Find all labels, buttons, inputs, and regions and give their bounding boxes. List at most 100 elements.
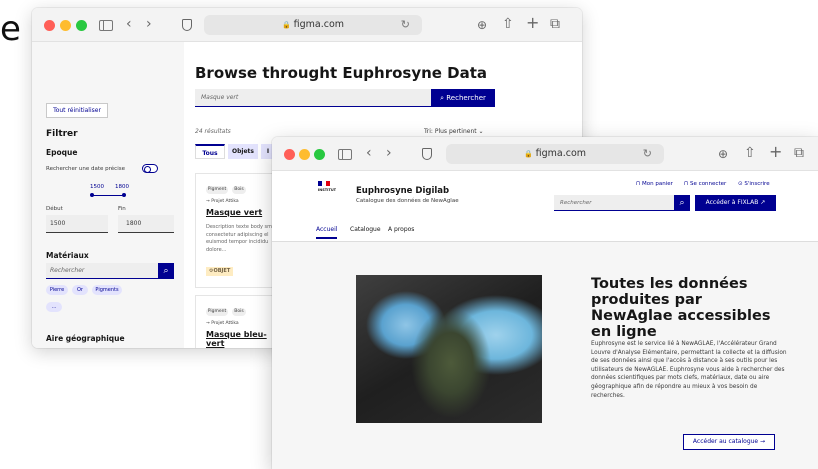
precise-date-label: Rechercher une date précise [46, 166, 125, 172]
browser-toolbar: ‹ › 🔒 figma.com ↻ ⊕ ⇧ + ⧉ [32, 8, 582, 42]
cart-link-label: Mon panier [642, 181, 673, 187]
range-min-handle[interactable] [90, 193, 94, 197]
maximize-window-button[interactable] [76, 20, 87, 31]
tab-all[interactable]: Tous [195, 144, 225, 159]
forward-chevron-icon[interactable]: › [386, 146, 392, 160]
address-bar[interactable]: 🔒 figma.com ↻ [446, 144, 664, 164]
sort-select[interactable]: Tri: Plus pertinent ⌄ [424, 128, 484, 135]
back-chevron-icon[interactable]: ‹ [126, 17, 132, 31]
object-badge: ⚙OBJET [206, 267, 234, 276]
site-header: INSTITUT Euphrosyne Digilab Catalogue de… [272, 171, 818, 242]
corner-letter: e [0, 9, 21, 49]
range-max-label: 1800 [115, 184, 129, 190]
chip-or[interactable]: Or [72, 285, 88, 295]
catalogue-access-button[interactable]: Accéder au catalogue → [683, 434, 775, 450]
nav-catalogue[interactable]: Catalogue [350, 226, 381, 233]
close-window-button[interactable] [44, 20, 55, 31]
share-icon[interactable]: ⇧ [502, 17, 514, 31]
cart-link[interactable]: ⊓ Mon panier [636, 181, 673, 187]
end-label: Fin [118, 206, 126, 212]
card-tag: Pigment [206, 308, 228, 316]
start-label: Début [46, 206, 63, 212]
address-bar[interactable]: 🔒 figma.com ↻ [204, 15, 422, 35]
card-project-link[interactable]: → Projet Attika [206, 321, 239, 326]
tabs-icon[interactable]: ⧉ [794, 146, 804, 160]
card-tag: Bois [232, 308, 246, 316]
card-description: Description texte body sm consectetur ad… [206, 224, 273, 253]
reset-filters-button[interactable]: Tout réinitialiser [46, 103, 108, 118]
forward-chevron-icon[interactable]: › [146, 17, 152, 31]
materials-search-input[interactable]: Rechercher [46, 263, 158, 279]
range-min-label: 1500 [90, 184, 104, 190]
minimize-window-button[interactable] [299, 149, 310, 160]
search-icon: ⌕ [440, 94, 445, 102]
fixlab-button-label: Accéder à FIXLAB [705, 199, 759, 206]
catalogue-access-label: Accéder au catalogue [692, 438, 759, 445]
flag-icon [318, 181, 330, 186]
chip-more[interactable]: ... [46, 302, 62, 312]
epoque-title: Epoque [46, 148, 78, 157]
share-icon[interactable]: ⇧ [744, 146, 756, 160]
results-count: 24 résultats [195, 128, 231, 135]
header-search-button[interactable]: ⌕ [674, 195, 690, 211]
range-max-handle[interactable] [122, 193, 126, 197]
hero-paragraph: Euphrosyne est le service lié à NewAGLAE… [591, 341, 787, 399]
start-year-input[interactable]: 1500 [46, 215, 108, 233]
reload-icon[interactable]: ↻ [401, 15, 410, 35]
precise-date-toggle[interactable] [142, 164, 158, 173]
lock-icon: 🔒 [281, 21, 291, 29]
geo-area-title: Aire géographique [46, 334, 125, 343]
tab-objects[interactable]: Objets [228, 144, 258, 159]
lock-icon: ⊓ [684, 181, 689, 187]
maximize-window-button[interactable] [314, 149, 325, 160]
logo-text: INSTITUT [318, 188, 337, 192]
header-search-input[interactable]: Rechercher [554, 195, 674, 211]
new-tab-icon[interactable]: + [769, 144, 782, 160]
card-title-link[interactable]: Masque vert [206, 208, 262, 217]
chevron-down-icon: ⌄ [478, 128, 484, 135]
download-icon[interactable]: ⊕ [718, 147, 728, 161]
signup-link[interactable]: ⊙ S'inscrire [738, 181, 770, 187]
download-icon[interactable]: ⊕ [477, 18, 487, 32]
nav-home[interactable]: Accueil [316, 226, 338, 239]
close-window-button[interactable] [284, 149, 295, 160]
filter-title: Filtrer [46, 129, 78, 139]
materials-title: Matériaux [46, 251, 89, 260]
reload-icon[interactable]: ↻ [643, 144, 652, 164]
minimize-window-button[interactable] [60, 20, 71, 31]
card-tag: Pigment [206, 186, 228, 194]
login-link[interactable]: ⊓ Se connecter [684, 181, 726, 187]
catalogue-search-button[interactable]: ⌕ Rechercher [431, 89, 495, 107]
site-title[interactable]: Euphrosyne Digilab [356, 186, 449, 196]
new-tab-icon[interactable]: + [526, 15, 539, 31]
shield-icon[interactable] [182, 19, 192, 31]
nav-about[interactable]: A propos [388, 226, 414, 233]
site-subtitle: Catalogue des données de NewAglae [356, 198, 459, 204]
fixlab-button[interactable]: Accéder à FIXLAB ↗ [695, 195, 776, 211]
address-bar-url: figma.com [535, 148, 587, 159]
catalogue-search-input[interactable]: Masque vert [195, 89, 431, 107]
signup-link-label: S'inscrire [744, 181, 770, 187]
sidebar-icon[interactable] [99, 20, 113, 31]
search-button-label: Rechercher [446, 94, 486, 102]
external-link-icon: ↗ [760, 199, 766, 206]
chip-pierre[interactable]: Pierre [46, 285, 68, 295]
search-icon: ⌕ [679, 198, 685, 208]
epoque-range-track[interactable] [92, 195, 125, 196]
chip-pigments[interactable]: Pigments [92, 285, 122, 295]
card-project-link[interactable]: → Projet Attika [206, 199, 239, 204]
browser-window-home: ‹ › 🔒 figma.com ↻ ⊕ ⇧ + ⧉ INSTITUT Euphro… [272, 137, 818, 469]
shield-icon[interactable] [422, 148, 432, 160]
sidebar-icon[interactable] [338, 149, 352, 160]
back-chevron-icon[interactable]: ‹ [366, 146, 372, 160]
end-year-input[interactable]: 1800 [118, 215, 174, 233]
tabs-icon[interactable]: ⧉ [550, 17, 560, 31]
badge-label: OBJET [213, 268, 231, 274]
lock-icon: 🔒 [523, 150, 533, 158]
materials-search-button[interactable]: ⌕ [158, 263, 174, 279]
address-bar-url: figma.com [293, 19, 345, 30]
government-logo[interactable]: INSTITUT [318, 181, 337, 192]
arrow-right-icon: → [760, 438, 766, 445]
page-title: Browse throught Euphrosyne Data [195, 64, 488, 82]
cart-icon: ⊓ [636, 181, 641, 187]
